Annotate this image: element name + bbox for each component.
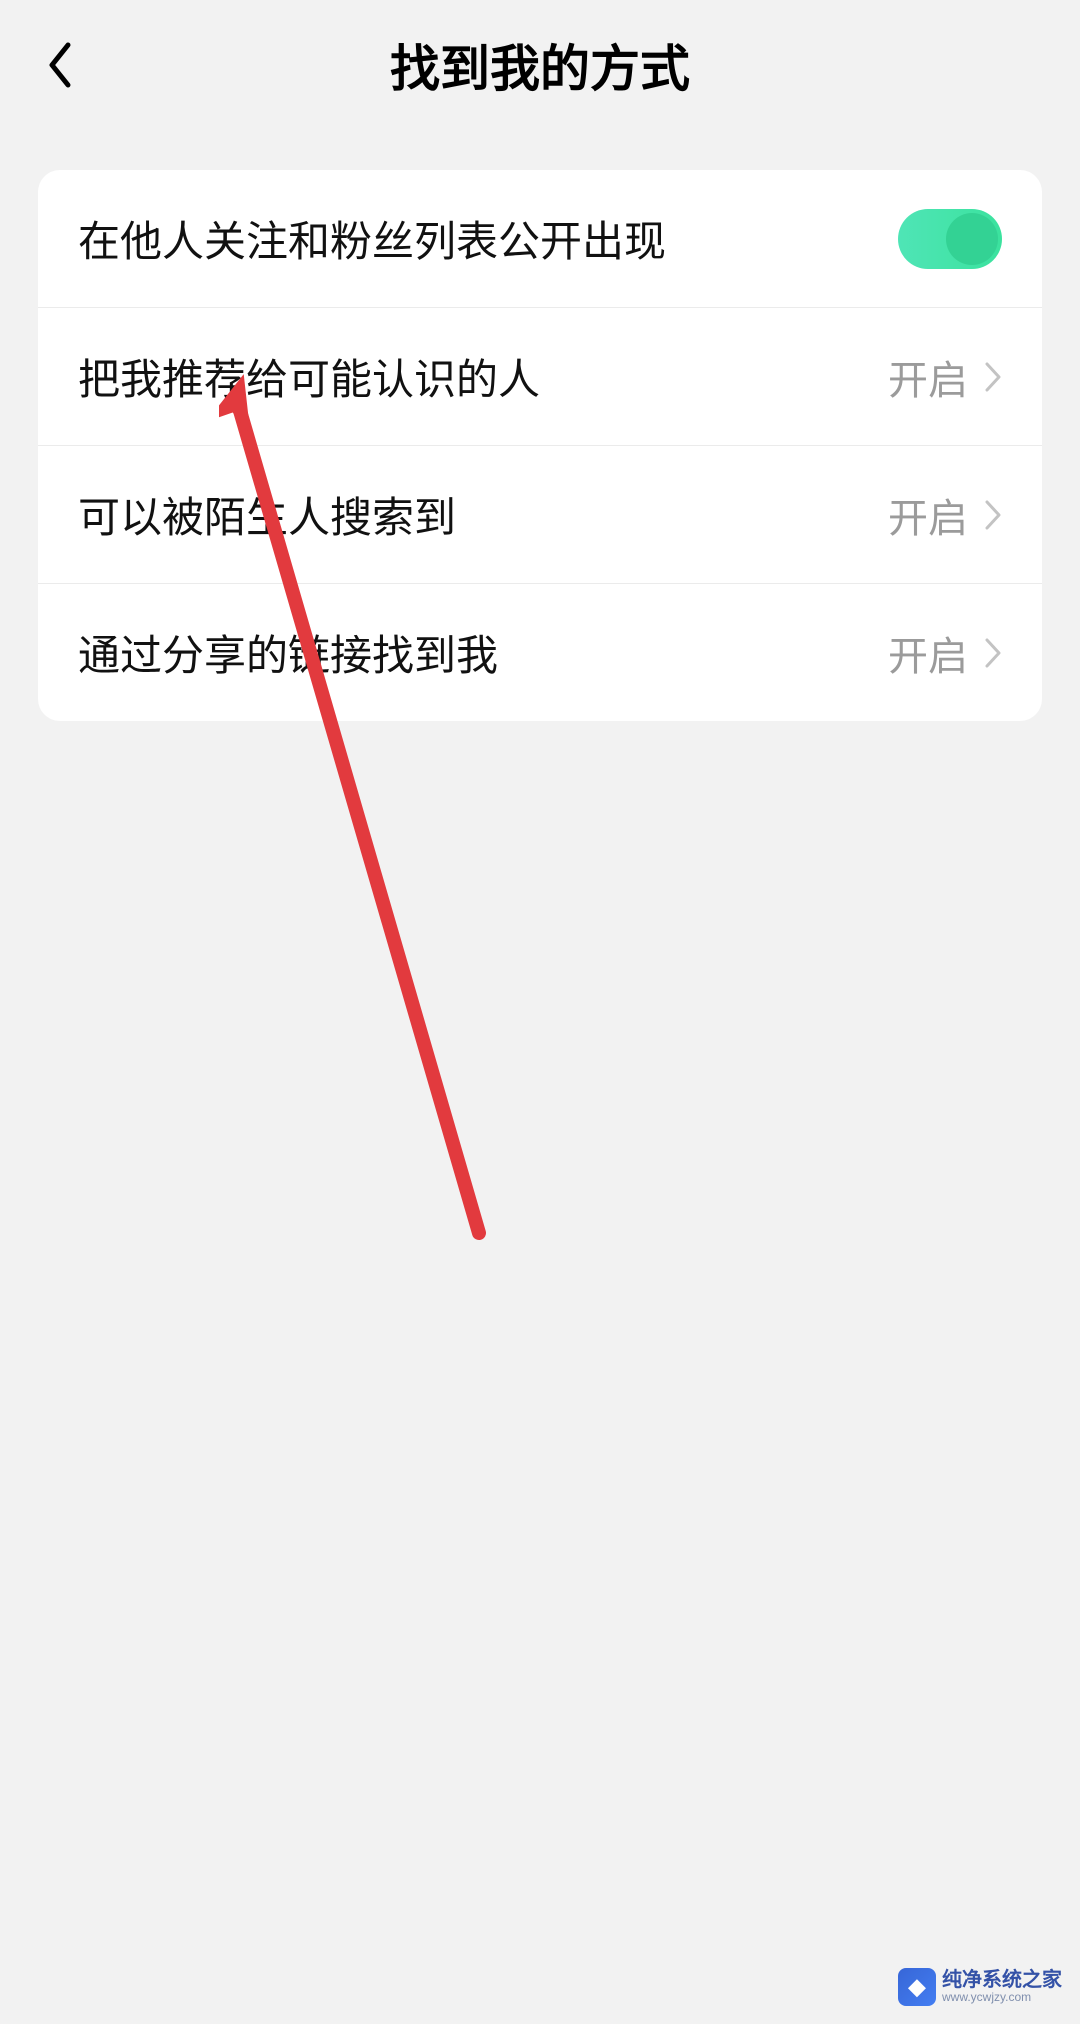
row-control: 开启 [888,348,1002,406]
toggle-switch[interactable] [898,209,1002,269]
settings-card: 在他人关注和粉丝列表公开出现 把我推荐给可能认识的人 开启 可以被陌生人搜索到 … [38,170,1042,721]
row-recommend-to-contacts[interactable]: 把我推荐给可能认识的人 开启 [38,307,1042,445]
row-control [898,209,1002,269]
row-label: 可以被陌生人搜索到 [78,484,888,545]
back-button[interactable] [30,35,90,95]
row-label: 把我推荐给可能认识的人 [78,346,888,407]
row-label: 在他人关注和粉丝列表公开出现 [78,208,898,269]
row-appear-in-followers[interactable]: 在他人关注和粉丝列表公开出现 [38,170,1042,307]
chevron-right-icon [984,499,1002,531]
watermark-sub: www.ycwjzy.com [942,1991,1062,2004]
chevron-right-icon [984,637,1002,669]
chevron-left-icon [46,41,74,89]
watermark-text: 纯净系统之家 www.ycwjzy.com [942,1969,1062,2004]
chevron-right-icon [984,361,1002,393]
row-control: 开启 [888,624,1002,682]
row-searchable-by-strangers[interactable]: 可以被陌生人搜索到 开启 [38,445,1042,583]
watermark: ◆ 纯净系统之家 www.ycwjzy.com [898,1968,1062,2006]
row-value: 开启 [888,348,968,406]
row-value: 开启 [888,486,968,544]
row-find-via-shared-link[interactable]: 通过分享的链接找到我 开启 [38,583,1042,721]
row-value: 开启 [888,624,968,682]
row-label: 通过分享的链接找到我 [78,622,888,683]
row-control: 开启 [888,486,1002,544]
page-title: 找到我的方式 [0,29,1080,101]
header: 找到我的方式 [0,0,1080,130]
watermark-logo-icon: ◆ [898,1968,936,2006]
watermark-main: 纯净系统之家 [942,1969,1062,1991]
